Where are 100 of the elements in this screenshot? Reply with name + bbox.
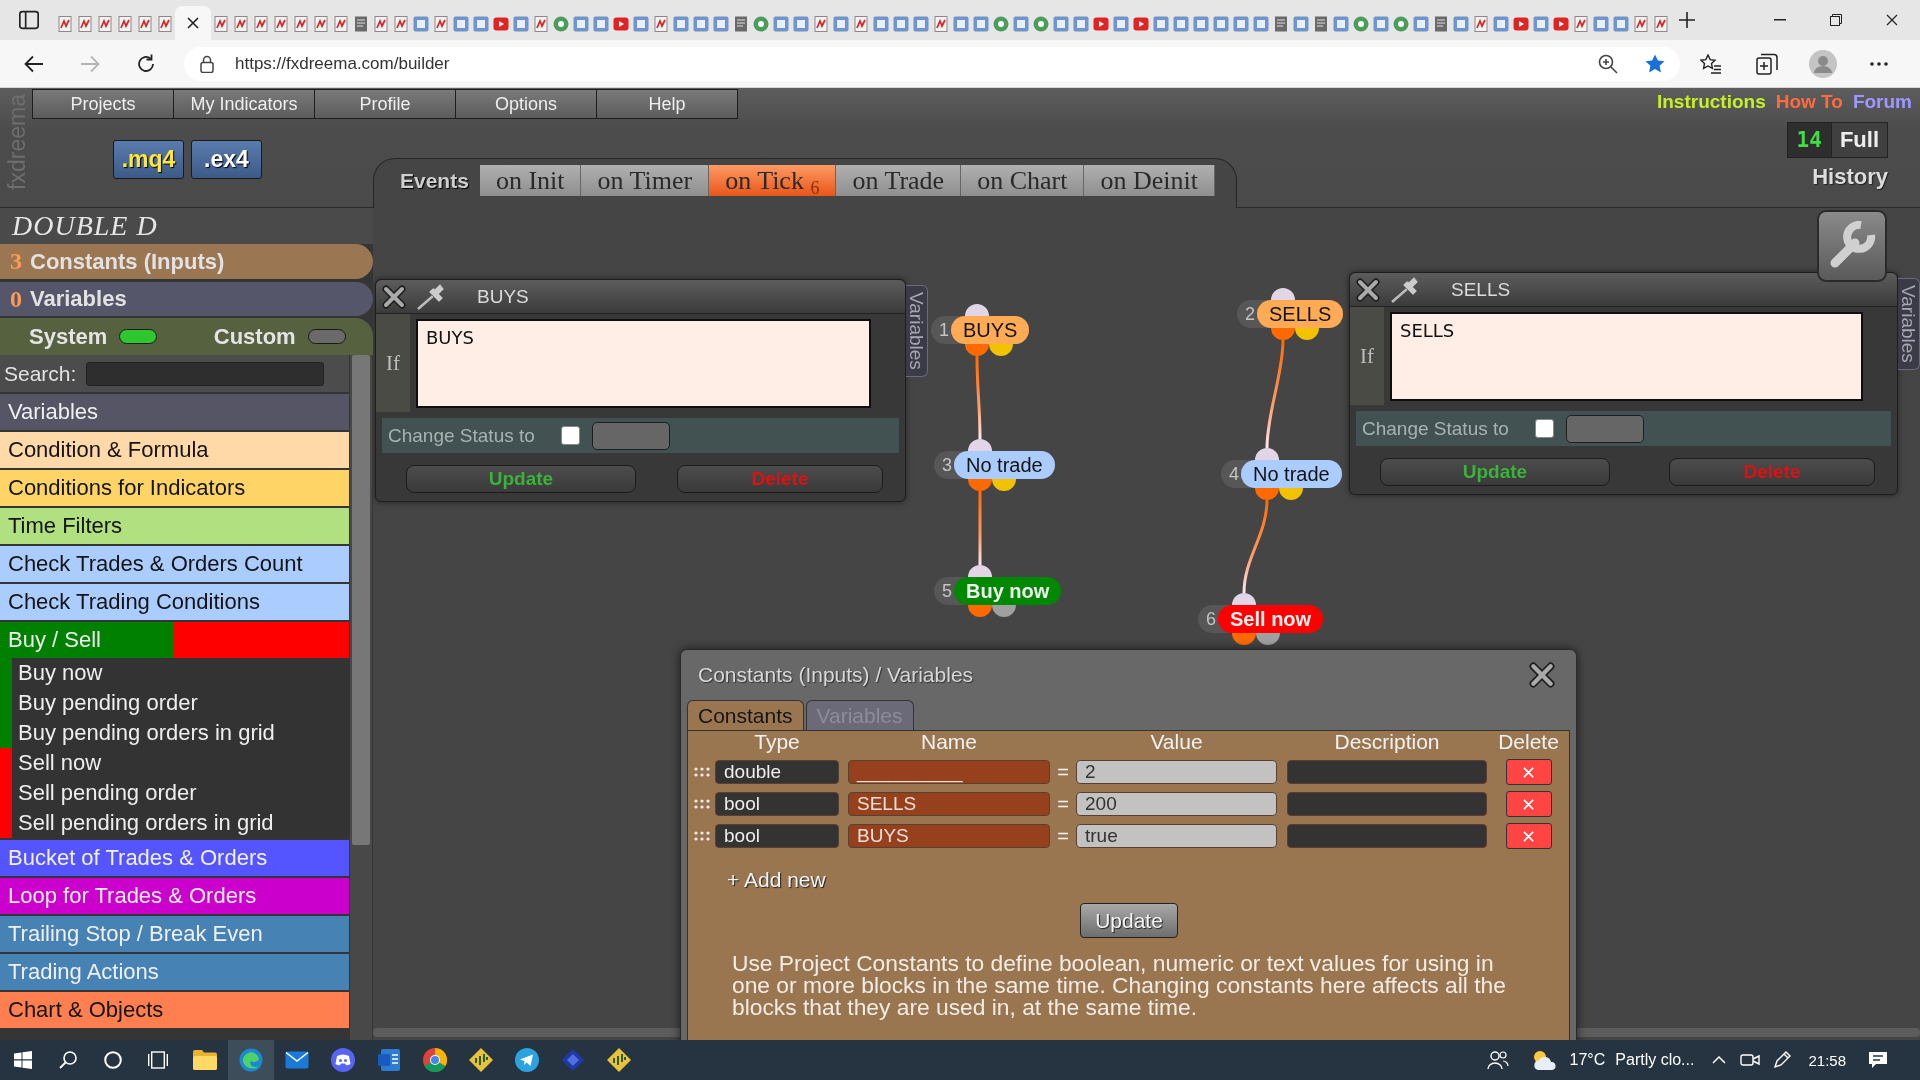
- output-port-icon[interactable]: [1232, 633, 1256, 645]
- input-port-icon[interactable]: [965, 304, 989, 316]
- node-label[interactable]: Buy now: [954, 577, 1062, 605]
- output-port-icon[interactable]: [1271, 328, 1295, 340]
- status-checkbox[interactable]: [1534, 419, 1554, 438]
- name-field[interactable]: __________: [848, 760, 1050, 784]
- close-icon[interactable]: [382, 284, 406, 309]
- status-field[interactable]: [591, 421, 670, 450]
- node-label[interactable]: No trade: [1241, 460, 1342, 488]
- input-port-icon[interactable]: [1232, 593, 1256, 605]
- weather-text[interactable]: Partly clo...: [1615, 1051, 1695, 1069]
- favorites-icon[interactable]: [1700, 53, 1722, 74]
- variables-tab[interactable]: Variables: [1898, 278, 1920, 370]
- category-item[interactable]: Time Filters: [0, 508, 349, 544]
- toggle-switch[interactable]: [307, 329, 346, 344]
- refresh-icon[interactable]: [136, 53, 156, 74]
- constants-button[interactable]: 3 Constants (Inputs): [0, 244, 373, 279]
- search-field[interactable]: [86, 361, 325, 386]
- restore-icon[interactable]: [1830, 14, 1842, 26]
- minimize-icon[interactable]: [1774, 19, 1786, 21]
- category-item[interactable]: Check Trades & Orders Count: [0, 546, 349, 582]
- grip-icon[interactable]: [694, 830, 710, 842]
- category-item[interactable]: Chart & Objects: [0, 992, 349, 1028]
- output-port-icon[interactable]: [1255, 488, 1279, 500]
- zoom-icon[interactable]: [1598, 53, 1618, 74]
- category-subitem[interactable]: Buy now: [12, 658, 349, 688]
- name-field[interactable]: BUYS: [848, 824, 1050, 848]
- node-label[interactable]: SELLS: [1257, 300, 1344, 328]
- output-port-icon[interactable]: [968, 479, 992, 491]
- category-subitem[interactable]: Sell now: [12, 748, 349, 778]
- category-item[interactable]: Trailing Stop / Break Even: [0, 916, 349, 952]
- search-icon[interactable]: [58, 1051, 77, 1069]
- output-port-icon[interactable]: [989, 344, 1013, 356]
- ring-icon[interactable]: [103, 1051, 122, 1069]
- scrollbar[interactable]: [350, 355, 372, 1040]
- message-icon[interactable]: [1868, 1051, 1888, 1069]
- variables-button[interactable]: 0 Variables: [0, 282, 373, 316]
- history-button[interactable]: History: [1812, 164, 1888, 190]
- expression-field[interactable]: SELLS: [1390, 312, 1863, 401]
- update-button[interactable]: Update: [1380, 458, 1610, 486]
- input-port-icon[interactable]: [968, 565, 992, 577]
- type-field[interactable]: bool: [715, 792, 839, 816]
- back-icon[interactable]: [24, 54, 44, 73]
- menu-tab[interactable]: My Indicators: [173, 89, 315, 119]
- category-subitem[interactable]: Buy pending orders in grid: [12, 718, 349, 748]
- close-icon[interactable]: [1529, 662, 1555, 688]
- event-tab[interactable]: on Deinit: [1084, 165, 1215, 196]
- header-link[interactable]: Instructions: [1656, 90, 1766, 114]
- category-subitem[interactable]: Buy pending order: [12, 688, 349, 718]
- node-label[interactable]: Sell now: [1218, 605, 1324, 633]
- status-field[interactable]: [1565, 414, 1644, 443]
- category-item[interactable]: Condition & Formula: [0, 432, 349, 468]
- export-button[interactable]: .mq4: [113, 140, 184, 179]
- header-link[interactable]: Forum: [1852, 90, 1912, 114]
- node-label[interactable]: No trade: [954, 451, 1055, 479]
- pen-icon[interactable]: [1772, 1050, 1793, 1070]
- event-tab[interactable]: on Timer: [581, 165, 710, 196]
- tools-button[interactable]: [1817, 210, 1887, 282]
- close-icon[interactable]: [1356, 277, 1380, 302]
- output-port-icon[interactable]: [1279, 488, 1303, 500]
- variables-tab[interactable]: Variables: [906, 285, 928, 377]
- category-item[interactable]: Loop for Trades & Orders: [0, 878, 349, 914]
- more-icon[interactable]: [1870, 61, 1888, 66]
- output-port-icon[interactable]: [1256, 633, 1280, 645]
- type-field[interactable]: double: [715, 760, 839, 784]
- avatar-icon[interactable]: [1809, 49, 1837, 78]
- grip-icon[interactable]: [694, 798, 710, 810]
- dialog-tab[interactable]: Constants: [687, 700, 804, 730]
- chevron-up-icon[interactable]: [1712, 1056, 1727, 1064]
- people-icon[interactable]: [1486, 1050, 1509, 1070]
- update-button[interactable]: Update: [1080, 903, 1178, 938]
- description-field[interactable]: [1287, 792, 1487, 816]
- value-field[interactable]: true: [1076, 824, 1277, 848]
- value-field[interactable]: 200: [1076, 792, 1277, 816]
- export-button[interactable]: .ex4: [191, 140, 262, 179]
- menu-tab[interactable]: Projects: [32, 89, 174, 119]
- camera-icon[interactable]: [1740, 1052, 1761, 1068]
- category-item[interactable]: Variables: [0, 394, 349, 430]
- event-tab[interactable]: on Init: [479, 165, 582, 196]
- output-port-icon[interactable]: [1295, 328, 1319, 340]
- address-bar[interactable]: https://fxdreema.com/builder: [184, 46, 1680, 81]
- collections-icon[interactable]: [1756, 52, 1778, 75]
- delete-row-button[interactable]: [1505, 791, 1552, 817]
- output-port-icon[interactable]: [968, 605, 992, 617]
- category-item[interactable]: Conditions for Indicators: [0, 470, 349, 506]
- type-field[interactable]: bool: [715, 824, 839, 848]
- input-port-icon[interactable]: [968, 439, 992, 451]
- menu-tab[interactable]: Profile: [314, 89, 456, 119]
- event-tab[interactable]: on Trade: [836, 165, 962, 196]
- description-field[interactable]: [1287, 824, 1487, 848]
- category-item[interactable]: Bucket of Trades & Orders: [0, 840, 349, 876]
- expression-field[interactable]: BUYS: [416, 319, 871, 408]
- toggle-switch[interactable]: [119, 329, 158, 344]
- menu-tab[interactable]: Help: [596, 89, 738, 119]
- output-port-icon[interactable]: [992, 605, 1016, 617]
- category-subitem[interactable]: Sell pending order: [12, 778, 349, 808]
- category-subitem[interactable]: Sell pending orders in grid: [12, 808, 349, 838]
- full-button[interactable]: Full: [1831, 122, 1888, 158]
- temperature-text[interactable]: 17°C: [1569, 1051, 1606, 1069]
- input-port-icon[interactable]: [1271, 288, 1295, 300]
